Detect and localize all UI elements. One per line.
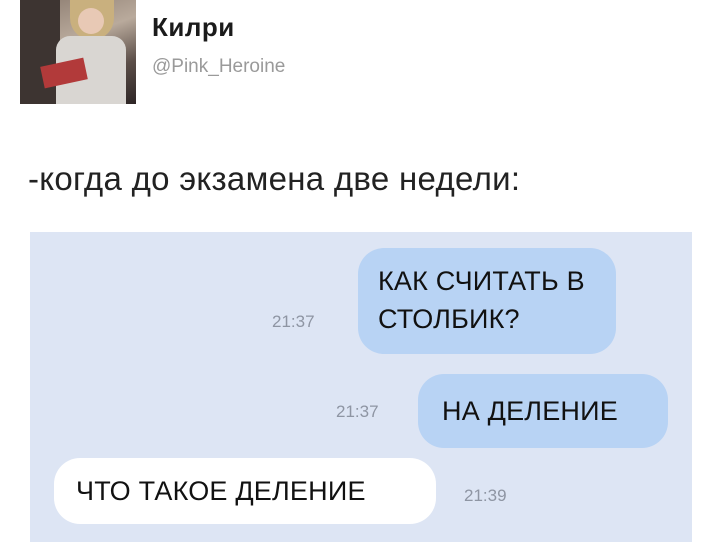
message-text: НА ДЕЛЕНИЕ	[442, 396, 618, 426]
outgoing-message-bubble: КАК СЧИТАТЬ В СТОЛБИК?	[358, 248, 616, 354]
message-time: 21:39	[464, 486, 507, 505]
tweet-text: -когда до экзамена две недели:	[28, 160, 521, 197]
message-text: ЧТО ТАКОЕ ДЕЛЕНИЕ	[76, 476, 366, 506]
message-text: КАК СЧИТАТЬ В СТОЛБИК?	[378, 266, 585, 334]
chat-screenshot: 21:37 КАК СЧИТАТЬ В СТОЛБИК? 21:37 НА ДЕ…	[30, 232, 692, 542]
outgoing-message-bubble: НА ДЕЛЕНИЕ	[418, 374, 668, 448]
message-time: 21:37	[272, 312, 315, 331]
avatar-background	[20, 0, 60, 104]
message-time: 21:37	[336, 402, 379, 421]
tweet-screenshot: Килри @Pink_Heroine -когда до экзамена д…	[0, 0, 720, 542]
avatar[interactable]	[20, 0, 136, 104]
incoming-message-bubble: ЧТО ТАКОЕ ДЕЛЕНИЕ	[54, 458, 436, 524]
avatar-face	[78, 8, 104, 34]
user-handle[interactable]: @Pink_Heroine	[152, 56, 285, 78]
user-display-name[interactable]: Килри	[152, 12, 235, 43]
